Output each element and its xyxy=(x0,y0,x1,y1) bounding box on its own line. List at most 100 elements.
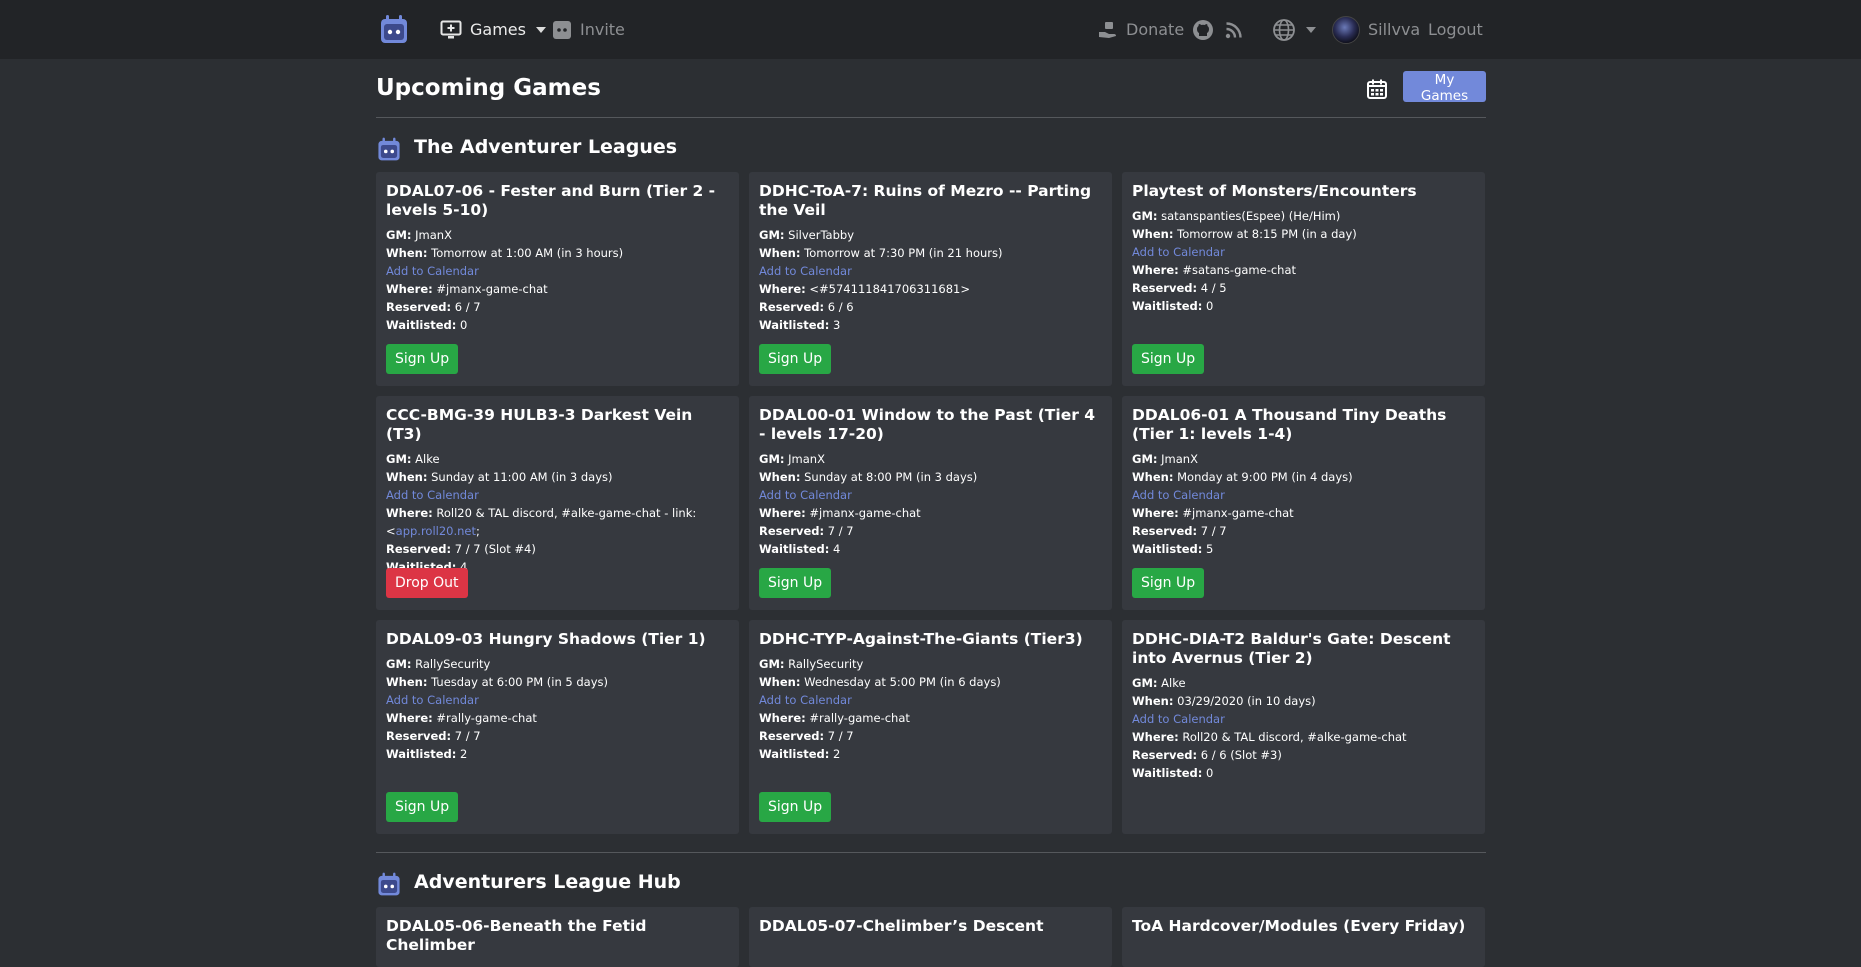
game-gm: GM: RallySecurity xyxy=(759,657,864,671)
games-grid: DDAL05-06-Beneath the Fetid Chelimber DD… xyxy=(376,907,1486,967)
add-to-calendar-link[interactable]: Add to Calendar xyxy=(759,262,1102,280)
game-card: DDAL00-01 Window to the Past (Tier 4 - l… xyxy=(749,396,1112,610)
brand-logo-icon[interactable] xyxy=(378,13,410,45)
calendar-icon[interactable] xyxy=(1366,78,1388,100)
game-gm: GM: Alke xyxy=(386,452,440,466)
game-where: Where: Roll20 & TAL discord, #alke-game-… xyxy=(1132,730,1407,744)
my-games-button[interactable]: My Games xyxy=(1403,71,1486,104)
invite-link[interactable]: Invite xyxy=(552,0,625,59)
game-where: Where: <#574111841706311681> xyxy=(759,282,971,296)
game-reserved: Reserved: 4 / 5 xyxy=(1132,281,1227,295)
game-where: Where: #rally-game-chat xyxy=(386,711,537,725)
game-title: Playtest of Monsters/Encounters xyxy=(1132,182,1417,200)
language-menu[interactable] xyxy=(1272,0,1316,59)
game-gm: GM: JmanX xyxy=(1132,452,1198,466)
game-title: DDHC-ToA-7: Ruins of Mezro -- Parting th… xyxy=(759,182,1092,219)
game-card: DDHC-TYP-Against-The-Giants (Tier3) GM: … xyxy=(749,620,1112,834)
game-when: When: Sunday at 11:00 AM (in 3 days) xyxy=(386,470,613,484)
section-header: The Adventurer Leagues xyxy=(376,118,1486,172)
user-menu[interactable]: Sillvva xyxy=(1332,0,1420,59)
rss-link[interactable] xyxy=(1225,0,1243,59)
main-content: Upcoming Games My Games The Adventurer L… xyxy=(376,59,1486,967)
add-to-calendar-link[interactable]: Add to Calendar xyxy=(759,691,1102,709)
drop-out-button[interactable]: Drop Out xyxy=(386,568,468,598)
games-grid: DDAL07-06 - Fester and Burn (Tier 2 - le… xyxy=(376,172,1486,834)
game-waitlisted: Waitlisted: 4 xyxy=(759,542,841,556)
sign-up-button[interactable]: Sign Up xyxy=(759,568,832,598)
game-title: DDAL09-03 Hungry Shadows (Tier 1) xyxy=(386,630,706,648)
logout-label: Logout xyxy=(1428,20,1483,39)
sign-up-button[interactable]: Sign Up xyxy=(1132,568,1205,598)
game-waitlisted: Waitlisted: 0 xyxy=(1132,299,1214,313)
globe-icon xyxy=(1273,18,1295,41)
game-card: Playtest of Monsters/Encounters GM: sata… xyxy=(1122,172,1485,386)
game-card: CCC-BMG-39 HULB3-3 Darkest Vein (T3) GM:… xyxy=(376,396,739,610)
game-reserved: Reserved: 7 / 7 xyxy=(759,729,854,743)
monitor-add-icon xyxy=(440,20,462,38)
github-icon xyxy=(1193,19,1213,40)
add-to-calendar-link[interactable]: Add to Calendar xyxy=(386,486,729,504)
game-gm: GM: JmanX xyxy=(386,228,452,242)
avatar xyxy=(1332,15,1360,44)
game-waitlisted: Waitlisted: 2 xyxy=(386,747,468,761)
game-when: When: Monday at 9:00 PM (in 4 days) xyxy=(1132,470,1353,484)
logout-link[interactable]: Logout xyxy=(1428,0,1483,59)
game-waitlisted: Waitlisted: 5 xyxy=(1132,542,1214,556)
game-gm: GM: Alke xyxy=(1132,676,1186,690)
add-to-calendar-link[interactable]: Add to Calendar xyxy=(759,486,1102,504)
game-waitlisted: Waitlisted: 0 xyxy=(386,318,468,332)
game-reserved: Reserved: 6 / 6 (Slot #3) xyxy=(1132,748,1282,762)
game-card: DDAL07-06 - Fester and Burn (Tier 2 - le… xyxy=(376,172,739,386)
user-name: Sillvva xyxy=(1368,20,1421,39)
games-menu[interactable]: Games xyxy=(440,0,546,59)
game-when: When: Wednesday at 5:00 PM (in 6 days) xyxy=(759,675,1001,689)
add-to-calendar-link[interactable]: Add to Calendar xyxy=(386,262,729,280)
navbar: Games Invite Donate Sillvva Logout xyxy=(0,0,1861,59)
game-waitlisted: Waitlisted: 2 xyxy=(759,747,841,761)
add-to-calendar-link[interactable]: Add to Calendar xyxy=(1132,243,1475,261)
game-card: DDAL05-07-Chelimber’s Descent xyxy=(749,907,1112,967)
game-waitlisted: Waitlisted: 0 xyxy=(1132,766,1214,780)
section-title: The Adventurer Leagues xyxy=(414,136,678,158)
game-when: When: Sunday at 8:00 PM (in 3 days) xyxy=(759,470,978,484)
game-gm: GM: SilverTabby xyxy=(759,228,855,242)
sign-up-button[interactable]: Sign Up xyxy=(386,344,459,374)
game-when: When: 03/29/2020 (in 10 days) xyxy=(1132,694,1316,708)
sign-up-button[interactable]: Sign Up xyxy=(759,792,832,822)
game-when: When: Tuesday at 6:00 PM (in 5 days) xyxy=(386,675,608,689)
game-reserved: Reserved: 7 / 7 xyxy=(759,524,854,538)
github-link[interactable] xyxy=(1192,0,1214,59)
roll20-link[interactable]: app.roll20.net xyxy=(396,524,476,538)
games-menu-label: Games xyxy=(470,20,526,39)
section-title: Adventurers League Hub xyxy=(414,871,681,893)
game-reserved: Reserved: 7 / 7 xyxy=(386,729,481,743)
game-reserved: Reserved: 6 / 6 xyxy=(759,300,854,314)
server-logo-icon xyxy=(378,872,400,896)
add-to-calendar-link[interactable]: Add to Calendar xyxy=(1132,486,1475,504)
donate-label: Donate xyxy=(1126,20,1185,39)
game-card: DDAL06-01 A Thousand Tiny Deaths (Tier 1… xyxy=(1122,396,1485,610)
game-title: DDHC-TYP-Against-The-Giants (Tier3) xyxy=(759,630,1083,648)
game-reserved: Reserved: 6 / 7 xyxy=(386,300,481,314)
game-gm: GM: JmanX xyxy=(759,452,825,466)
game-title: DDAL05-07-Chelimber’s Descent xyxy=(759,917,1044,935)
game-title: CCC-BMG-39 HULB3-3 Darkest Vein (T3) xyxy=(386,406,693,443)
add-to-calendar-link[interactable]: Add to Calendar xyxy=(386,691,729,709)
sign-up-button[interactable]: Sign Up xyxy=(1132,344,1205,374)
game-title: DDHC-DIA-T2 Baldur's Gate: Descent into … xyxy=(1132,630,1451,667)
game-reserved: Reserved: 7 / 7 (Slot #4) xyxy=(386,542,536,556)
discord-icon xyxy=(553,20,571,39)
game-card: DDAL09-03 Hungry Shadows (Tier 1) GM: Ra… xyxy=(376,620,739,834)
donate-link[interactable]: Donate xyxy=(1098,0,1184,59)
game-where: Where: Roll20 & TAL discord, #alke-game-… xyxy=(386,506,697,538)
add-to-calendar-link[interactable]: Add to Calendar xyxy=(1132,710,1475,728)
game-where: Where: #jmanx-game-chat xyxy=(759,506,921,520)
game-title: DDAL06-01 A Thousand Tiny Deaths (Tier 1… xyxy=(1132,406,1447,443)
chevron-down-icon xyxy=(1306,26,1316,33)
sign-up-button[interactable]: Sign Up xyxy=(759,344,832,374)
game-when: When: Tomorrow at 1:00 AM (in 3 hours) xyxy=(386,246,624,260)
chevron-down-icon xyxy=(535,26,546,33)
game-title: DDAL05-06-Beneath the Fetid Chelimber xyxy=(386,917,647,954)
sign-up-button[interactable]: Sign Up xyxy=(386,792,459,822)
game-title: ToA Hardcover/Modules (Every Friday) xyxy=(1132,917,1466,935)
